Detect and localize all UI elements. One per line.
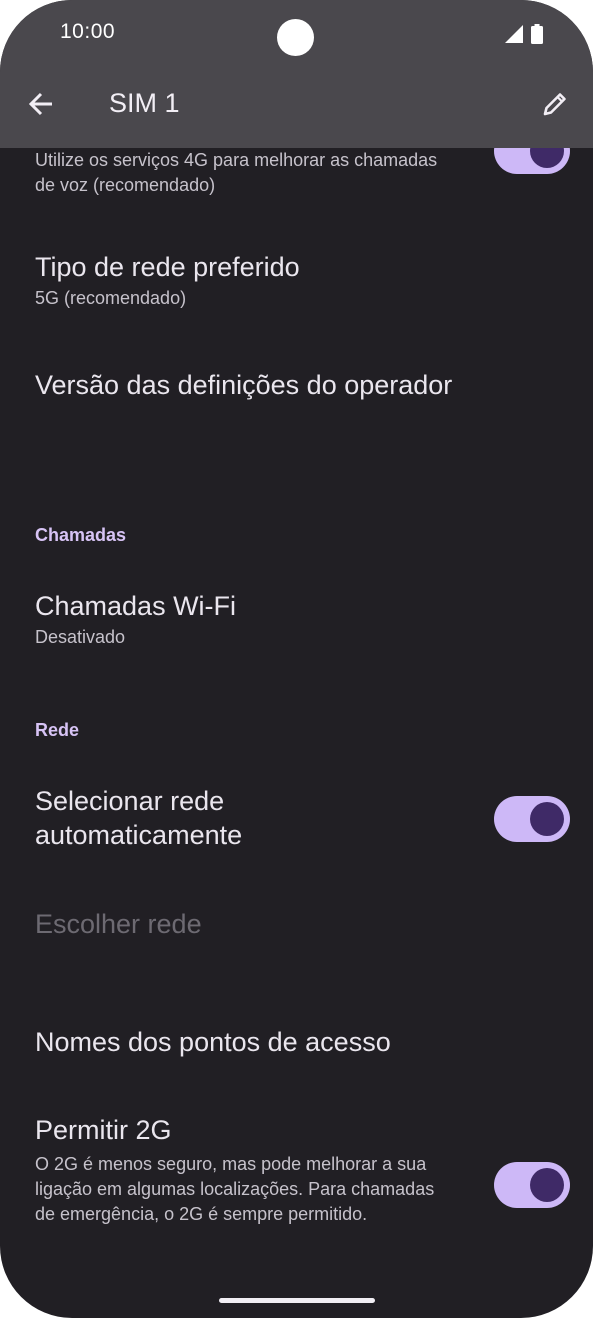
wifi-calling-summary: Desativado <box>35 627 126 647</box>
toggle-knob <box>530 148 564 168</box>
volte-summary: Utilize os serviços 4G para melhorar as … <box>35 150 438 195</box>
preferred-network-summary: 5G (recomendado) <box>35 288 187 308</box>
allow-2g-toggle[interactable] <box>494 1162 570 1208</box>
wifi-calling-item[interactable]: Chamadas Wi-Fi Desativado <box>35 589 535 650</box>
phone-screen: Utilize os serviços 4G para melhorar as … <box>0 0 593 1318</box>
back-button[interactable] <box>22 86 60 126</box>
carrier-settings-title: Versão das definições do operador <box>35 370 453 400</box>
toggle-knob <box>530 802 564 836</box>
preferred-network-item[interactable]: Tipo de rede preferido 5G (recomendado) <box>35 250 535 311</box>
allow-2g-item[interactable]: Permitir 2G O 2G é menos seguro, mas pod… <box>35 1113 455 1227</box>
home-indicator[interactable] <box>219 1298 375 1303</box>
allow-2g-summary: O 2G é menos seguro, mas pode melhorar a… <box>35 1154 435 1224</box>
auto-network-title: Selecionar rede automaticamente <box>35 786 243 850</box>
pencil-icon <box>541 90 569 123</box>
apn-item[interactable]: Nomes dos pontos de acesso <box>35 1025 555 1059</box>
carrier-settings-item[interactable]: Versão das definições do operador <box>35 368 565 402</box>
edit-button[interactable] <box>537 88 573 124</box>
arrow-back-icon <box>28 92 54 121</box>
calls-section-header: Chamadas <box>35 525 127 545</box>
allow-2g-title: Permitir 2G <box>35 1115 172 1145</box>
preferred-network-title: Tipo de rede preferido <box>35 252 300 282</box>
network-section-header: Rede <box>35 720 80 740</box>
choose-network-title: Escolher rede <box>35 909 202 939</box>
auto-network-toggle[interactable] <box>494 796 570 842</box>
choose-network-item: Escolher rede <box>35 907 535 941</box>
apn-title: Nomes dos pontos de acesso <box>35 1027 391 1057</box>
signal-icon <box>505 25 523 48</box>
wifi-calling-title: Chamadas Wi-Fi <box>35 591 237 621</box>
app-bar: 10:00 SIM 1 <box>0 0 593 148</box>
status-icons <box>505 24 543 49</box>
battery-icon <box>531 24 543 49</box>
auto-network-item[interactable]: Selecionar rede automaticamente <box>35 784 365 852</box>
settings-list: Utilize os serviços 4G para melhorar as … <box>0 148 593 1318</box>
volte-toggle[interactable] <box>494 148 570 174</box>
toggle-knob <box>530 1168 564 1202</box>
volte-item[interactable]: Utilize os serviços 4G para melhorar as … <box>35 148 455 198</box>
page-title: SIM 1 <box>109 88 180 118</box>
status-time: 10:00 <box>60 20 116 43</box>
camera-cutout <box>277 19 314 56</box>
